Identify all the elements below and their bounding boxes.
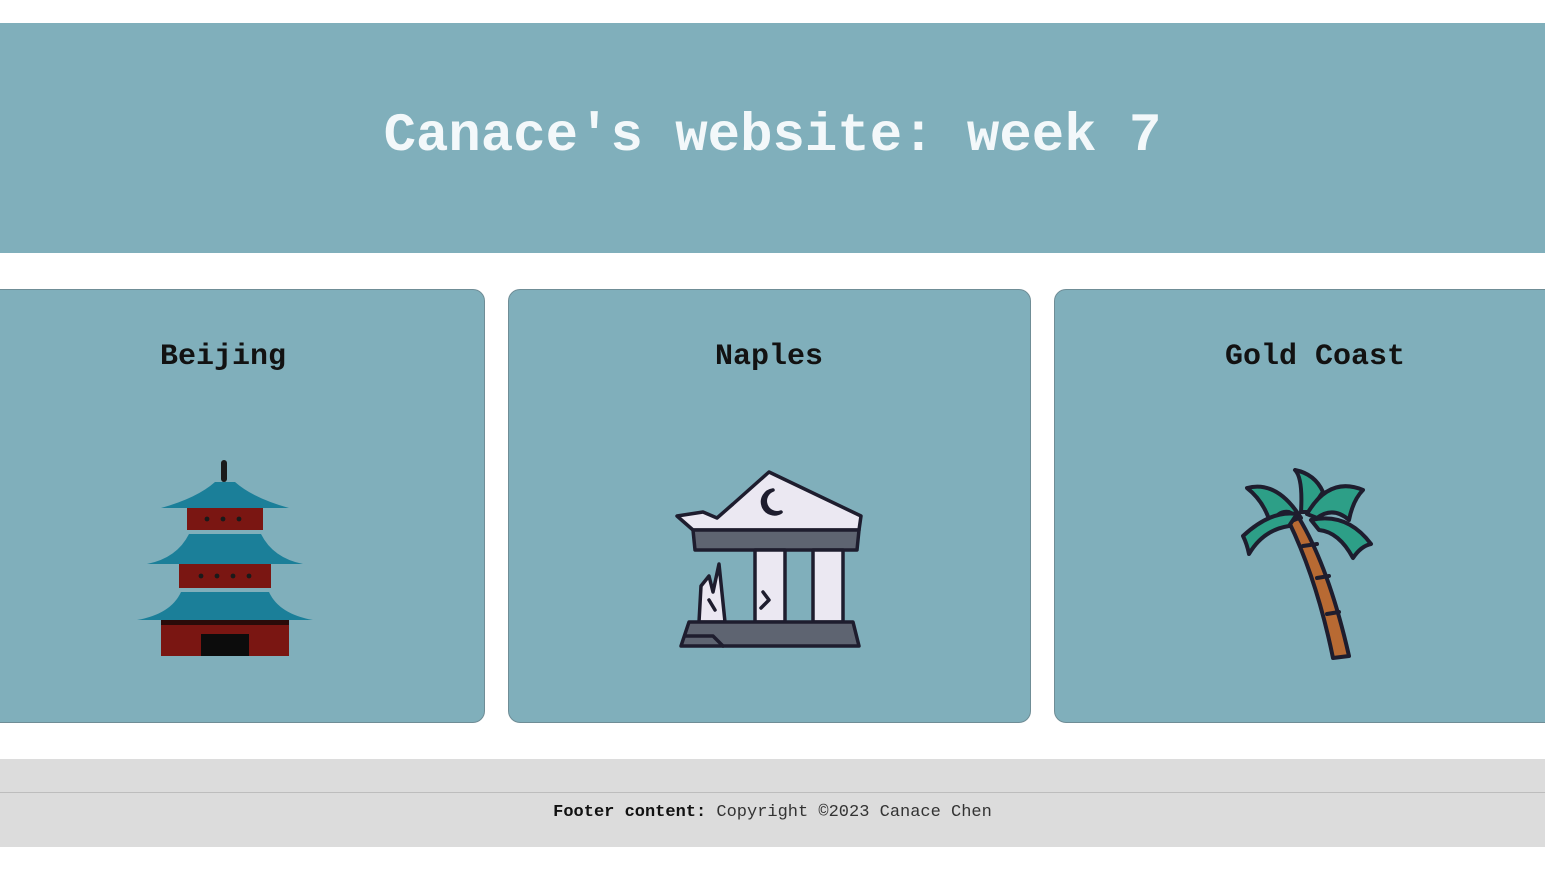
card-beijing: Beijing [0, 289, 485, 723]
site-header: Canace's website: week 7 [0, 23, 1545, 253]
footer-divider [0, 792, 1545, 793]
card-naples: Naples [508, 289, 1031, 723]
footer-label: Footer content: [553, 803, 707, 822]
site-footer: Footer content: Copyright ©2023 Canace C… [0, 759, 1545, 847]
footer-text: Footer content: Copyright ©2023 Canace C… [0, 803, 1545, 823]
ruined-temple-icon [675, 470, 863, 648]
palm-tree-icon [1241, 468, 1373, 660]
footer-copyright: Copyright ©2023 Canace Chen [716, 803, 992, 822]
card-title-naples: Naples [714, 340, 824, 374]
card-title-gold-coast: Gold Coast [1224, 340, 1406, 374]
site-title: Canace's website: week 7 [383, 106, 1162, 167]
pagoda-icon [137, 460, 313, 656]
card-gold-coast: Gold Coast [1054, 289, 1545, 723]
card-title-beijing: Beijing [159, 340, 287, 374]
